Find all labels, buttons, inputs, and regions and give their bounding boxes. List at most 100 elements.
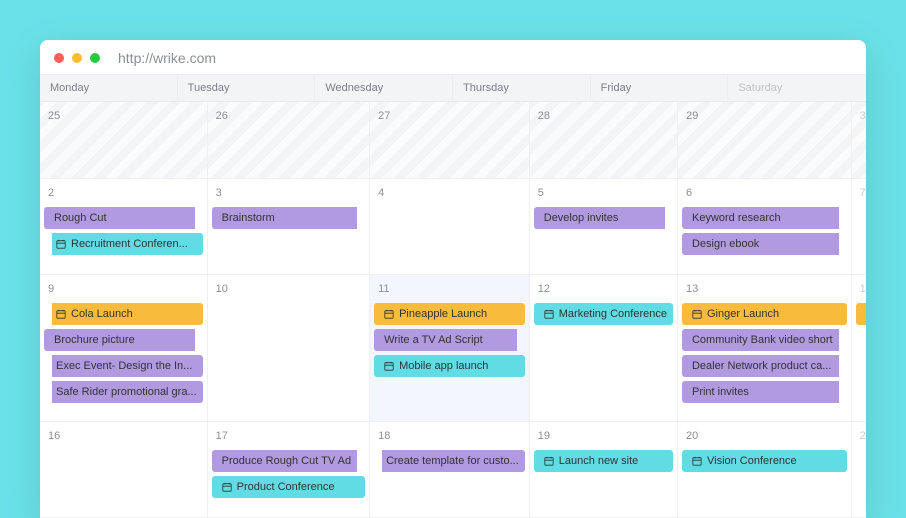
calendar-event[interactable]: Rough Cut: [44, 207, 195, 229]
address-bar[interactable]: http://wrike.com: [118, 50, 216, 66]
calendar-event[interactable]: Safe Rider promotional gra...: [52, 381, 203, 403]
calendar-cell[interactable]: 13Ginger LaunchCommunity Bank video shor…: [678, 275, 852, 423]
day-number: 17: [212, 428, 365, 446]
calendar-cell[interactable]: 26: [208, 102, 370, 179]
calendar-cell[interactable]: 17 Produce Rough Cut TV Ad Product Confere…: [208, 422, 370, 518]
event-label: Dealer Network product ca...: [692, 358, 831, 374]
window-minimize-icon[interactable]: [72, 53, 82, 63]
calendar-cell[interactable]: 7: [852, 179, 866, 275]
calendar-cell[interactable]: 29: [678, 102, 852, 179]
day-number: 12: [534, 281, 673, 299]
event-label: Produce Rough Cut TV Ad: [222, 453, 351, 469]
calendar-header-row: MondayTuesdayWednesdayThursdayFridaySatu…: [40, 74, 866, 102]
day-number: 21: [856, 428, 866, 446]
day-number: 3: [212, 185, 365, 203]
day-number: 5: [534, 185, 673, 203]
day-number: 20: [682, 428, 847, 446]
event-label: Rough Cut: [54, 210, 107, 226]
calendar-event[interactable]: Develop invites: [534, 207, 665, 229]
calendar-event[interactable]: Pineapple Launch: [374, 303, 525, 325]
calendar-cell[interactable]: 6 Keyword research Design ebook: [678, 179, 852, 275]
day-header: Friday: [591, 75, 729, 101]
calendar-event[interactable]: Produce Rough Cut TV Ad: [212, 450, 357, 472]
calendar-event[interactable]: Vision Conference: [682, 450, 847, 472]
event-label: Brainstorm: [222, 210, 275, 226]
calendar-cell[interactable]: 30: [852, 102, 866, 179]
calendar-event[interactable]: Brochure picture: [44, 329, 195, 351]
calendar-icon: [544, 309, 554, 319]
window-zoom-icon[interactable]: [90, 53, 100, 63]
day-number: 30: [856, 108, 866, 126]
day-number: 9: [44, 281, 203, 299]
calendar-event[interactable]: Ginger Launch: [682, 303, 847, 325]
calendar-cell[interactable]: 14Vanilla Launch: [852, 275, 866, 423]
calendar-cell[interactable]: 4: [370, 179, 530, 275]
event-label: Brochure picture: [54, 332, 135, 348]
event-label: Community Bank video short: [692, 332, 833, 348]
calendar-cell[interactable]: 16: [40, 422, 208, 518]
event-label: Mobile app launch: [399, 358, 488, 374]
calendar-cell[interactable]: 2Rough CutRecruitment Conferen...: [40, 179, 208, 275]
calendar-event[interactable]: Community Bank video short: [682, 329, 839, 351]
calendar-icon: [222, 482, 232, 492]
event-label: Recruitment Conferen...: [71, 236, 188, 252]
day-number: 27: [374, 108, 525, 126]
day-header: Monday: [40, 75, 178, 101]
day-header: Wednesday: [315, 75, 453, 101]
calendar-cell[interactable]: 3 Brainstorm: [208, 179, 370, 275]
calendar-event[interactable]: Create template for custo...: [382, 450, 525, 472]
calendar-event[interactable]: Vanilla Launch: [856, 303, 866, 325]
calendar-icon: [692, 456, 702, 466]
calendar-grid: 2526272829302Rough CutRecruitment Confer…: [40, 102, 866, 518]
day-header: Tuesday: [178, 75, 316, 101]
calendar-cell[interactable]: 9 Cola Launch Brochure picture Exec Event- …: [40, 275, 208, 423]
calendar-cell[interactable]: 19 Launch new site: [530, 422, 678, 518]
calendar-event[interactable]: Recruitment Conferen...: [52, 233, 203, 255]
calendar-cell[interactable]: 18 Create template for custo...: [370, 422, 530, 518]
calendar-icon: [384, 361, 394, 371]
event-label: Marketing Conference: [559, 306, 667, 322]
calendar-cell[interactable]: 27: [370, 102, 530, 179]
browser-window: http://wrike.com MondayTuesdayWednesdayT…: [40, 40, 866, 518]
day-number: 10: [212, 281, 365, 299]
calendar-event[interactable]: Mobile app launch: [374, 355, 525, 377]
calendar-event[interactable]: Marketing Conference: [534, 303, 673, 325]
day-number: 29: [682, 108, 847, 126]
calendar-cell[interactable]: 25: [40, 102, 208, 179]
day-number: 4: [374, 185, 525, 203]
calendar-cell[interactable]: 20 Vision Conference: [678, 422, 852, 518]
event-label: Create template for custo...: [386, 453, 519, 469]
calendar-cell[interactable]: 12 Marketing Conference: [530, 275, 678, 423]
calendar-cell[interactable]: 10: [208, 275, 370, 423]
calendar-icon: [544, 456, 554, 466]
calendar-cell[interactable]: 5 Develop invites: [530, 179, 678, 275]
calendar-event[interactable]: Keyword research: [682, 207, 839, 229]
event-label: Exec Event- Design the In...: [56, 358, 192, 374]
window-close-icon[interactable]: [54, 53, 64, 63]
event-label: Launch new site: [559, 453, 639, 469]
event-label: Print invites: [692, 384, 749, 400]
calendar-cell[interactable]: 11Pineapple LaunchWrite a TV Ad ScriptMo…: [370, 275, 530, 423]
calendar-cell[interactable]: 28: [530, 102, 678, 179]
day-number: 6: [682, 185, 847, 203]
calendar-event[interactable]: Brainstorm: [212, 207, 357, 229]
calendar-event[interactable]: Dealer Network product ca...: [682, 355, 839, 377]
calendar-event[interactable]: Design ebook: [682, 233, 839, 255]
calendar-event[interactable]: Launch new site: [534, 450, 673, 472]
day-header: Thursday: [453, 75, 591, 101]
calendar-cell[interactable]: 21: [852, 422, 866, 518]
event-label: Product Conference: [237, 479, 335, 495]
day-number: 25: [44, 108, 203, 126]
calendar-event[interactable]: Cola Launch: [52, 303, 203, 325]
calendar-event[interactable]: Exec Event- Design the In...: [52, 355, 203, 377]
calendar-event[interactable]: Write a TV Ad Script: [374, 329, 517, 351]
event-label: Ginger Launch: [707, 306, 779, 322]
calendar-event[interactable]: Print invites: [682, 381, 839, 403]
day-number: 18: [374, 428, 525, 446]
event-label: Safe Rider promotional gra...: [56, 384, 197, 400]
calendar-event[interactable]: Product Conference: [212, 476, 365, 498]
calendar-icon: [56, 239, 66, 249]
event-label: Design ebook: [692, 236, 759, 252]
day-number: 19: [534, 428, 673, 446]
event-label: Pineapple Launch: [399, 306, 487, 322]
